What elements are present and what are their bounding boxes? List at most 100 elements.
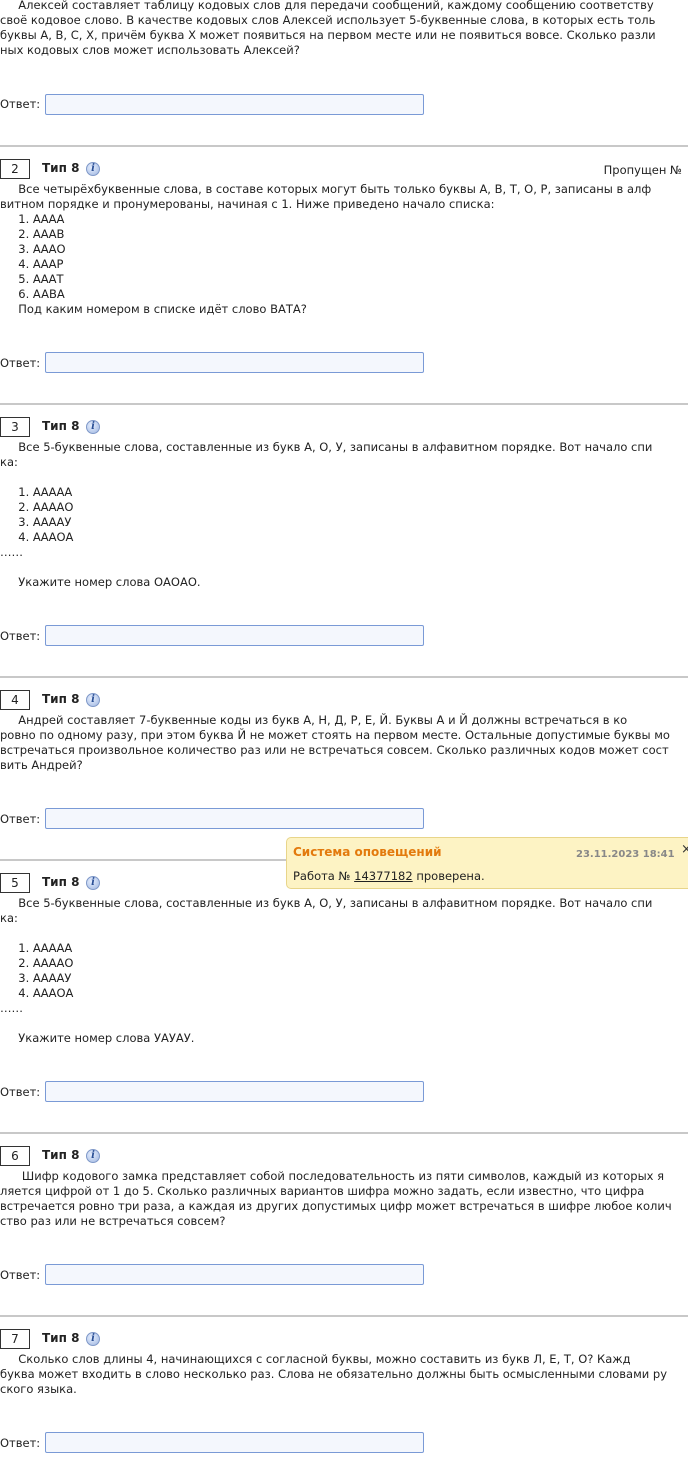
text-line: Шифр кодового замка представляет собой п… (0, 1169, 665, 1183)
problem-number: 5 (0, 873, 30, 893)
text-line: Все 5-буквенные слова, составленные из б… (0, 440, 653, 454)
text-line: вить Андрей? (0, 758, 83, 772)
problem-number: 2 (0, 159, 30, 179)
problem-type: Тип 8 (42, 692, 80, 706)
notification-popup: Система оповещений 23.11.2023 18:41 × Ра… (286, 837, 688, 889)
text-line: 2. ААААО (0, 500, 74, 514)
problem-5-text: Все 5-буквенные слова, составленные из б… (0, 896, 688, 1046)
answer-label: Ответ: (0, 1436, 41, 1450)
problem-number: 4 (0, 690, 30, 710)
text-line: Все 5-буквенные слова, составленные из б… (0, 896, 653, 910)
problem-4-header: 4 Тип 8 i (0, 690, 688, 712)
info-icon[interactable]: i (86, 162, 100, 176)
problem-3-text: Все 5-буквенные слова, составленные из б… (0, 440, 688, 590)
problem-6-text: Шифр кодового замка представляет собой п… (0, 1169, 688, 1229)
notification-body-suffix: проверена. (412, 869, 485, 883)
text-line: 4. АААОА (0, 530, 74, 544)
answer-input-6[interactable] (45, 1264, 424, 1285)
text-line: 3. ААААУ (0, 515, 72, 529)
problem-number: 3 (0, 417, 30, 437)
text-line: ровно по одному разу, при этом буква Й н… (0, 728, 670, 742)
problem-7-header: 7 Тип 8 i (0, 1329, 688, 1351)
text-line: своё кодовое слово. В качестве кодовых с… (0, 13, 656, 27)
text-line (0, 926, 688, 941)
text-line: 1. АААА (0, 212, 65, 226)
info-icon[interactable]: i (86, 693, 100, 707)
text-line: Сколько слов длины 4, начинающихся с сог… (0, 1352, 631, 1366)
text-line: встречаться произвольное количество раз … (0, 743, 669, 757)
text-line: 2. ААААО (0, 956, 74, 970)
text-line: 1. ААААА (0, 485, 73, 499)
text-line: 1. ААААА (0, 941, 73, 955)
answer-label: Ответ: (0, 812, 41, 826)
answer-label: Ответ: (0, 356, 41, 370)
divider (0, 403, 688, 405)
answer-input-1[interactable] (45, 94, 424, 115)
text-line: 2. АААВ (0, 227, 65, 241)
text-line: ных кодовых слов может использовать Алек… (0, 43, 300, 57)
text-line: 5. АААТ (0, 272, 64, 286)
text-line: Алексей составляет таблицу кодовых слов … (0, 0, 654, 12)
notification-date: 23.11.2023 18:41 (576, 849, 675, 860)
text-line: …… (0, 545, 23, 559)
text-line: ского языка. (0, 1382, 77, 1396)
text-line: 3. ААААУ (0, 971, 72, 985)
answer-label: Ответ: (0, 97, 41, 111)
skipped-label: Пропущен № (603, 163, 682, 177)
problem-number: 7 (0, 1329, 30, 1349)
problem-type: Тип 8 (42, 419, 80, 433)
answer-input-7[interactable] (45, 1432, 424, 1453)
divider (0, 1132, 688, 1134)
text-line: …… (0, 1001, 23, 1015)
answer-input-5[interactable] (45, 1081, 424, 1102)
answer-label: Ответ: (0, 629, 41, 643)
notification-body-prefix: Работа № (293, 869, 355, 883)
problem-number: 6 (0, 1146, 30, 1166)
text-line: ляется цифрой от 1 до 5. Сколько различн… (0, 1184, 645, 1198)
answer-input-3[interactable] (45, 625, 424, 646)
text-line: ство раз или не встречаться совсем? (0, 1214, 226, 1228)
divider (0, 145, 688, 147)
problem-7-text: Сколько слов длины 4, начинающихся с сог… (0, 1352, 688, 1397)
answer-input-4[interactable] (45, 808, 424, 829)
text-line (0, 1016, 688, 1031)
text-line: ка: (0, 911, 18, 925)
problem-3-header: 3 Тип 8 i (0, 417, 688, 439)
notification-body: Работа № 14377182 проверена. (293, 869, 485, 884)
notification-title: Система оповещений (293, 845, 442, 859)
info-icon[interactable]: i (86, 1149, 100, 1163)
divider (0, 676, 688, 678)
text-line: Укажите номер слова ОАОАО. (0, 575, 201, 589)
text-line (0, 470, 688, 485)
problem-4-text: Андрей составляет 7-буквенные коды из бу… (0, 713, 688, 773)
info-icon[interactable]: i (86, 420, 100, 434)
divider (0, 1315, 688, 1317)
answer-label: Ответ: (0, 1268, 41, 1282)
text-line: Андрей составляет 7-буквенные коды из бу… (0, 713, 628, 727)
text-line: Все четырёхбуквенные слова, в составе ко… (0, 182, 652, 196)
info-icon[interactable]: i (86, 1332, 100, 1346)
text-line: 4. АААОА (0, 986, 74, 1000)
text-line: буква может входить в слово несколько ра… (0, 1367, 667, 1381)
info-icon[interactable]: i (86, 876, 100, 890)
problem-2-text: Все четырёхбуквенные слова, в составе ко… (0, 182, 688, 317)
text-line: буквы A, B, C, X, причём буква X может п… (0, 28, 656, 42)
answer-label: Ответ: (0, 1085, 41, 1099)
close-icon[interactable]: × (681, 842, 688, 857)
problem-1-text: Алексей составляет таблицу кодовых слов … (0, 0, 688, 58)
text-line: Под каким номером в списке идёт слово ВА… (0, 302, 307, 316)
text-line: 3. АААО (0, 242, 66, 256)
text-line: витном порядке и пронумерованы, начиная … (0, 197, 495, 211)
text-line: 4. АААР (0, 257, 64, 271)
work-number-link[interactable]: 14377182 (354, 869, 413, 883)
problem-type: Тип 8 (42, 1331, 80, 1345)
problem-type: Тип 8 (42, 161, 80, 175)
problem-type: Тип 8 (42, 1148, 80, 1162)
problem-type: Тип 8 (42, 875, 80, 889)
text-line (0, 560, 688, 575)
text-line: ка: (0, 455, 18, 469)
text-line: 6. AABA (0, 287, 65, 301)
text-line: встречается ровно три раза, а каждая из … (0, 1199, 672, 1213)
answer-input-2[interactable] (45, 352, 424, 373)
problem-6-header: 6 Тип 8 i (0, 1146, 688, 1168)
